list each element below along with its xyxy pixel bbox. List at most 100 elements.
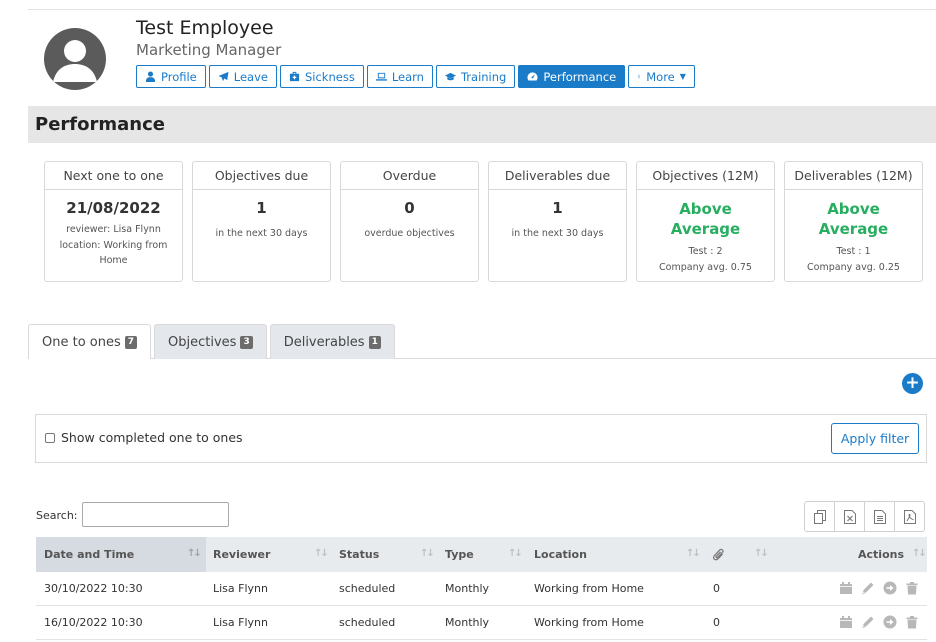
gauge-icon bbox=[527, 72, 538, 81]
column-label: Type bbox=[445, 548, 474, 561]
graduation-cap-icon bbox=[444, 72, 456, 81]
add-one-to-one-button[interactable]: + bbox=[902, 373, 923, 394]
employee-role: Marketing Manager bbox=[136, 41, 282, 59]
stat-cards: Next one to one 21/08/2022 reviewer: Lis… bbox=[44, 161, 923, 282]
deliverables-due-card: Deliverables due 1 in the next 30 days bbox=[488, 161, 627, 282]
column-label: Location bbox=[534, 548, 587, 561]
card-subtext: overdue objectives bbox=[364, 228, 455, 239]
column-location[interactable]: Location ↑↓ bbox=[534, 537, 702, 572]
tab-objectives[interactable]: Objectives 3 bbox=[154, 324, 267, 359]
cell-attachments: 0 bbox=[713, 616, 720, 629]
deliverables-12m-card: Deliverables (12M) Above Average Test : … bbox=[784, 161, 923, 282]
pdf-export-button[interactable] bbox=[894, 501, 925, 532]
card-value: 1 bbox=[256, 199, 267, 217]
card-score: Test : 1 bbox=[836, 246, 871, 257]
card-value: 0 bbox=[404, 199, 415, 217]
tab-deliverables[interactable]: Deliverables 1 bbox=[269, 324, 395, 359]
cell-date: 16/10/2022 10:30 bbox=[44, 616, 143, 629]
card-subtext: in the next 30 days bbox=[215, 228, 308, 239]
card-subtext: Test : 1 Company avg. 0.25 bbox=[785, 244, 922, 276]
user-avatar-icon bbox=[53, 40, 97, 82]
sort-icon: ↑↓ bbox=[187, 548, 202, 559]
medkit-icon bbox=[289, 71, 300, 82]
apply-filter-button[interactable]: Apply filter bbox=[831, 423, 919, 454]
cell-reviewer: Lisa Flynn bbox=[213, 582, 268, 595]
nav-learn-label: Learn bbox=[391, 69, 424, 84]
plus-icon: + bbox=[905, 373, 920, 393]
nav-performance-button[interactable]: Performance bbox=[518, 65, 626, 88]
table-header: Date and Time ↑↓ Reviewer ↑↓ Status ↑↓ T… bbox=[36, 537, 927, 572]
export-buttons bbox=[804, 501, 925, 532]
overdue-card: Overdue 0 overdue objectives bbox=[340, 161, 479, 282]
nav-training-button[interactable]: Training bbox=[435, 65, 516, 88]
user-icon bbox=[145, 71, 156, 82]
nav-profile-button[interactable]: Profile bbox=[136, 65, 206, 88]
chevron-down-icon: ▼ bbox=[679, 72, 686, 81]
card-title: Next one to one bbox=[45, 162, 182, 190]
excel-export-button[interactable] bbox=[834, 501, 865, 532]
plane-icon bbox=[218, 71, 229, 82]
column-label: Status bbox=[339, 548, 380, 561]
vertical-dots-icon bbox=[638, 74, 640, 79]
objectives-12m-card: Objectives (12M) Above Average Test : 2 … bbox=[636, 161, 775, 282]
paperclip-icon bbox=[713, 548, 724, 560]
page-title: Performance bbox=[35, 114, 165, 135]
row-actions bbox=[839, 581, 919, 595]
nav-performance-label: Performance bbox=[543, 69, 617, 84]
cell-attachments: 0 bbox=[713, 582, 720, 595]
count-badge: 7 bbox=[124, 335, 138, 349]
nav-more-dropdown[interactable]: More ▼ bbox=[628, 65, 695, 88]
sort-icon: ↑↓ bbox=[508, 548, 523, 559]
card-subtext: in the next 30 days bbox=[511, 228, 604, 239]
sort-icon: ↑↓ bbox=[754, 548, 769, 559]
sort-icon: ↑↓ bbox=[420, 548, 435, 559]
trash-icon[interactable] bbox=[905, 581, 919, 595]
show-completed-label[interactable]: Show completed one to ones bbox=[61, 430, 243, 445]
tab-bar: One to ones 7 Objectives 3 Deliverables … bbox=[28, 324, 395, 359]
pdf-icon bbox=[903, 509, 916, 524]
calendar-icon[interactable] bbox=[839, 581, 853, 595]
show-completed-checkbox[interactable] bbox=[45, 433, 55, 443]
cell-status: scheduled bbox=[339, 616, 396, 629]
employee-name: Test Employee bbox=[136, 17, 274, 39]
column-type[interactable]: Type ↑↓ bbox=[445, 537, 525, 572]
card-value: 21/08/2022 bbox=[66, 199, 161, 217]
nav-sickness-label: Sickness bbox=[304, 69, 355, 84]
column-reviewer[interactable]: Reviewer ↑↓ bbox=[213, 537, 331, 572]
sort-icon: ↑↓ bbox=[912, 548, 927, 559]
cell-reviewer: Lisa Flynn bbox=[213, 616, 268, 629]
pencil-icon[interactable] bbox=[861, 615, 875, 629]
pencil-icon[interactable] bbox=[861, 581, 875, 595]
next-one-to-one-card: Next one to one 21/08/2022 reviewer: Lis… bbox=[44, 161, 183, 282]
filter-panel: Show completed one to ones Apply filter bbox=[35, 414, 927, 463]
nav-sickness-button[interactable]: Sickness bbox=[279, 65, 364, 88]
tab-label: Objectives bbox=[168, 334, 237, 350]
column-label: Date and Time bbox=[44, 548, 135, 561]
calendar-icon[interactable] bbox=[839, 615, 853, 629]
trash-icon[interactable] bbox=[905, 615, 919, 629]
nav-learn-button[interactable]: Learn bbox=[366, 65, 433, 88]
copy-button[interactable] bbox=[804, 501, 835, 532]
top-divider bbox=[28, 9, 936, 10]
tab-one-to-ones[interactable]: One to ones 7 bbox=[28, 324, 152, 359]
search-input[interactable] bbox=[82, 502, 229, 527]
section-header: Performance bbox=[28, 106, 936, 143]
card-company-avg: Company avg. 0.75 bbox=[659, 262, 752, 273]
arrow-circle-right-icon[interactable] bbox=[883, 581, 897, 595]
csv-export-button[interactable] bbox=[864, 501, 895, 532]
count-badge: 1 bbox=[368, 335, 381, 349]
column-date-and-time[interactable]: Date and Time ↑↓ bbox=[36, 537, 206, 572]
column-label: Actions bbox=[858, 548, 904, 561]
card-subtext: reviewer: Lisa Flynn location: Working f… bbox=[45, 222, 182, 268]
card-title: Objectives due bbox=[193, 162, 330, 190]
laptop-icon bbox=[375, 72, 387, 81]
column-status[interactable]: Status ↑↓ bbox=[339, 537, 437, 572]
card-value: 1 bbox=[552, 199, 563, 217]
arrow-circle-right-icon[interactable] bbox=[883, 615, 897, 629]
sort-icon: ↑↓ bbox=[314, 548, 329, 559]
nav-leave-label: Leave bbox=[233, 69, 268, 84]
column-attachments[interactable]: ↑↓ bbox=[713, 537, 773, 572]
row-actions bbox=[839, 615, 919, 629]
count-badge: 3 bbox=[240, 335, 253, 349]
nav-leave-button[interactable]: Leave bbox=[208, 65, 277, 88]
